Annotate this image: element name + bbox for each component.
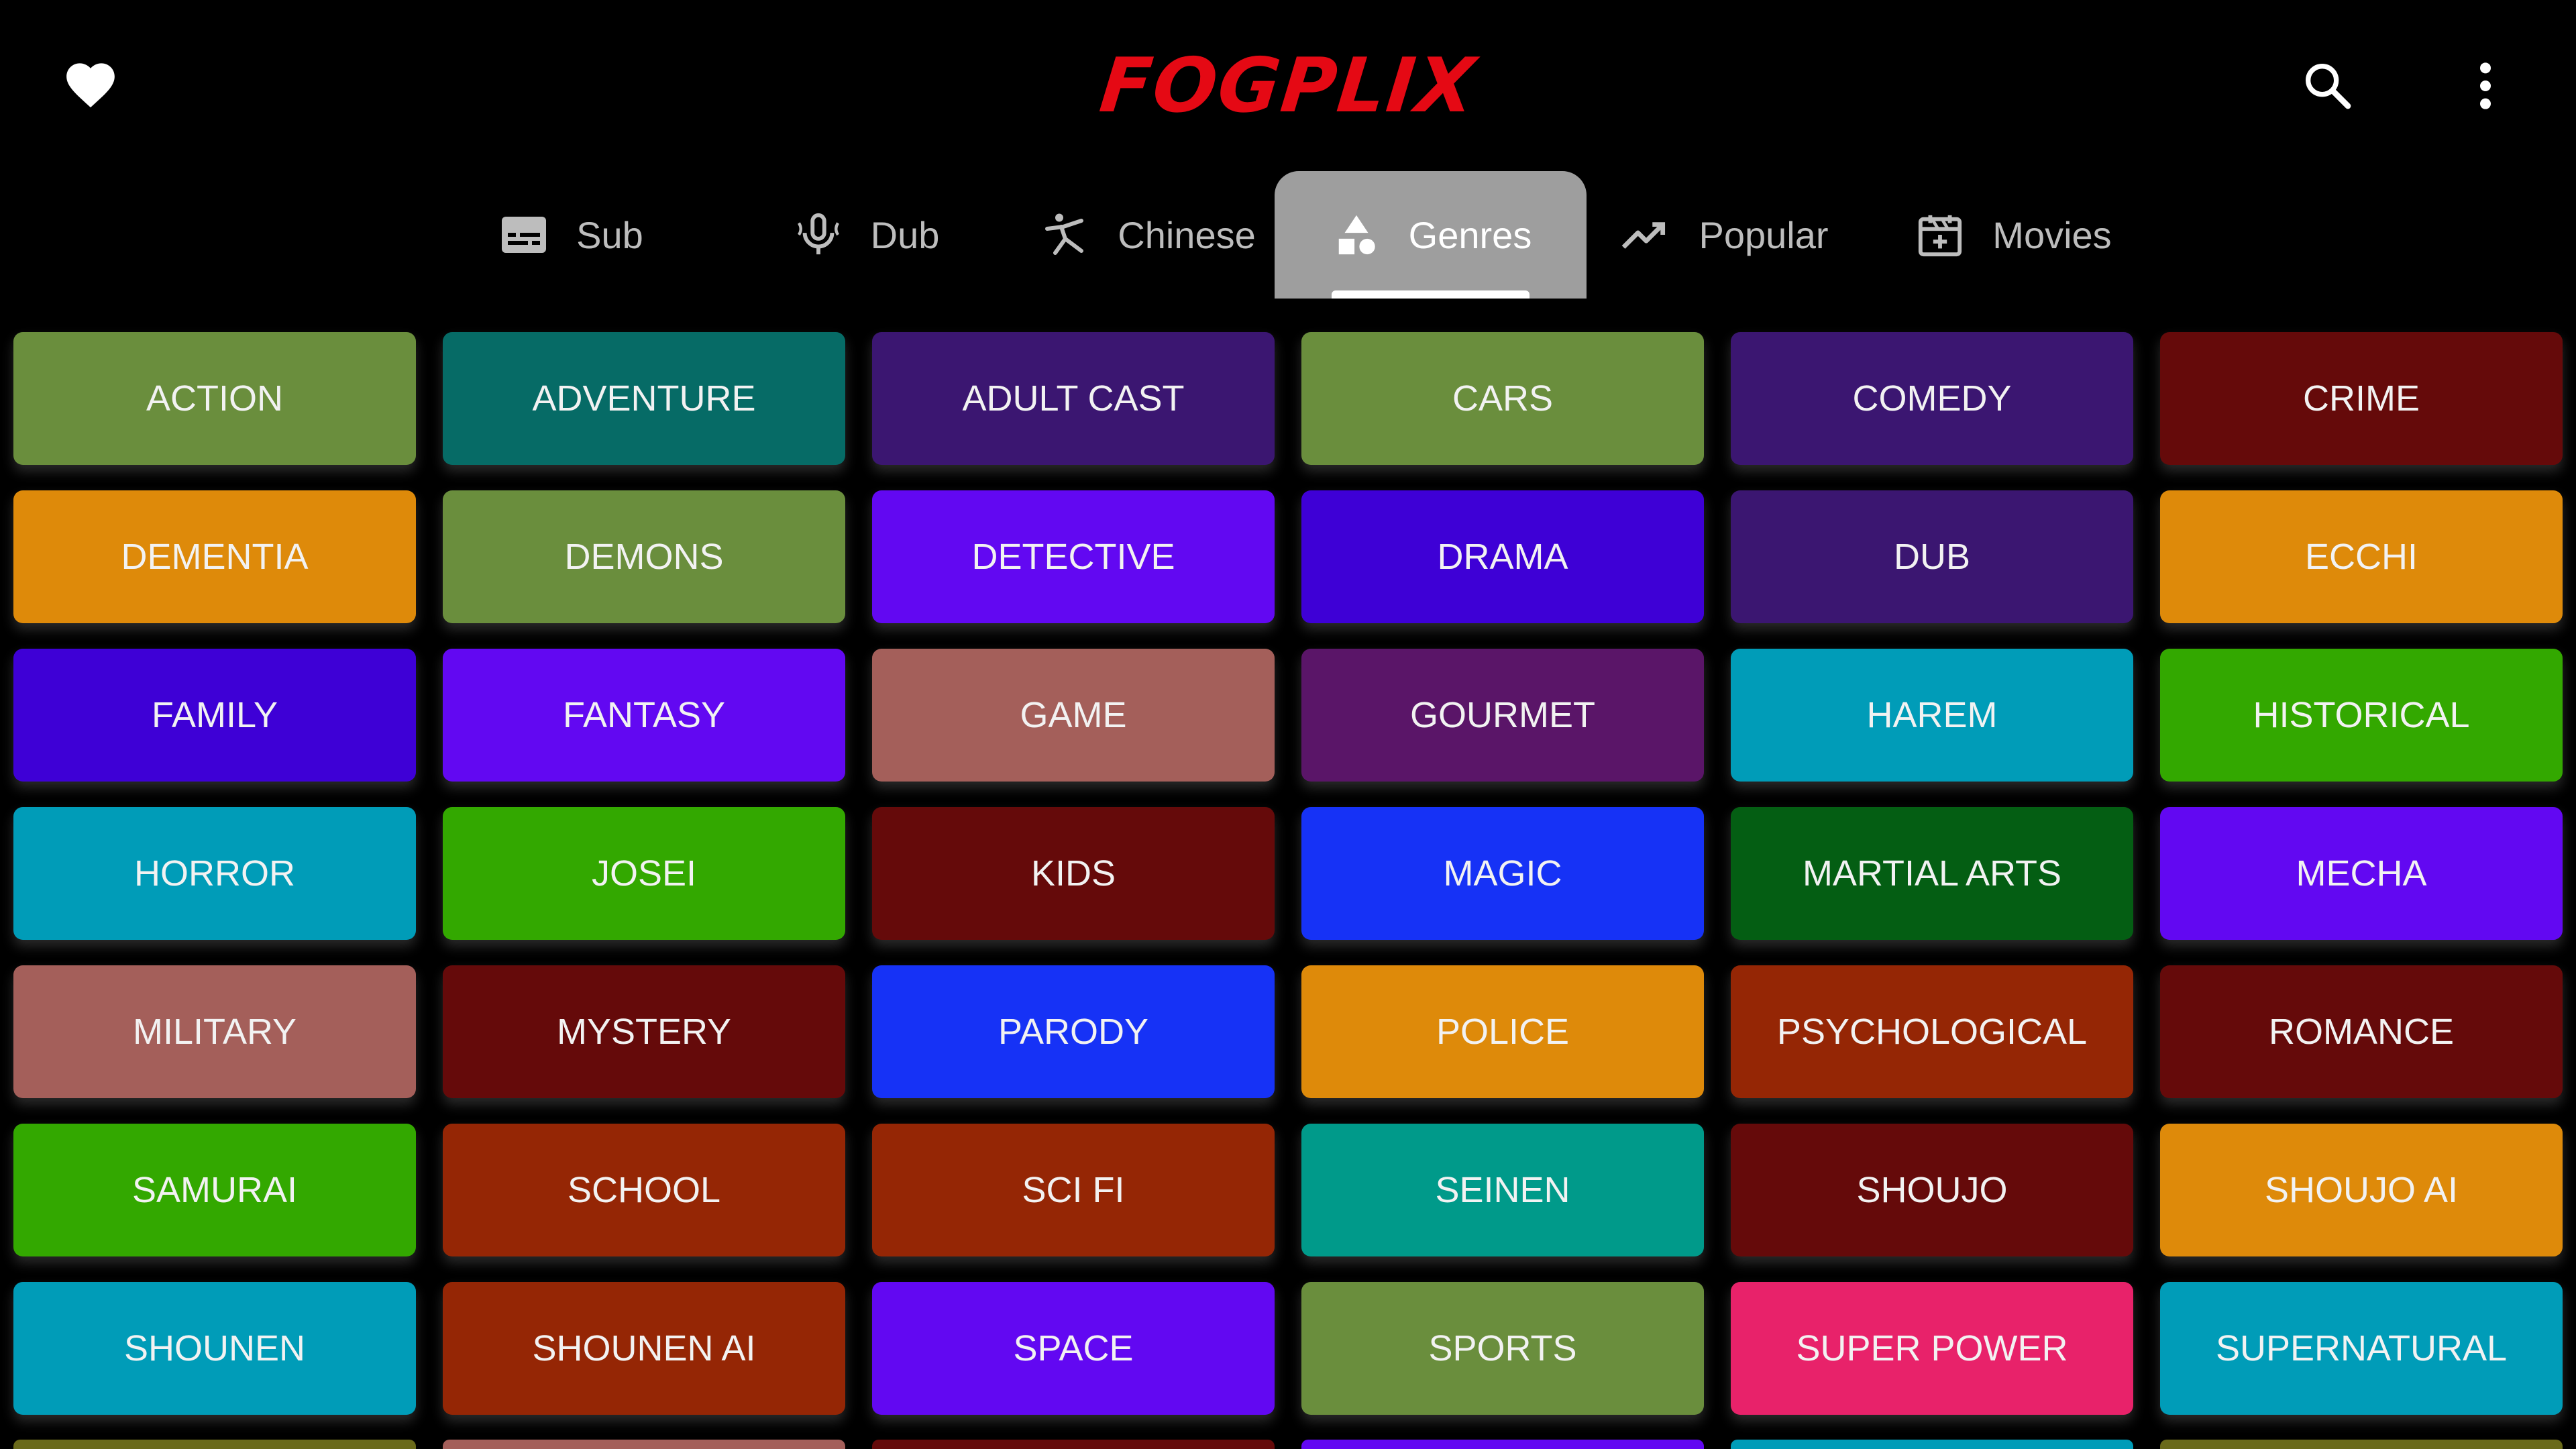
- tab-label: Dub: [870, 213, 940, 256]
- genre-grid: ACTION ADVENTURE ADULT CAST CARS COMEDY CRIME…: [13, 332, 2563, 1415]
- genre-button[interactable]: DEMONS: [443, 490, 845, 623]
- heart-icon: [62, 56, 119, 113]
- genre-button[interactable]: ACTION: [13, 332, 416, 465]
- tab-popular[interactable]: Popular: [1610, 171, 1838, 299]
- genre-button[interactable]: GOURMET: [1301, 649, 1704, 782]
- genre-button[interactable]: POLICE: [1301, 965, 1704, 1098]
- top-app-bar: FOGPLIX: [0, 0, 2576, 168]
- tab-label: Popular: [1699, 213, 1829, 256]
- active-tab-indicator: [1332, 290, 1529, 299]
- shapes-icon: [1330, 208, 1383, 262]
- search-icon: [2301, 59, 2355, 116]
- genre-button[interactable]: ECCHI: [2160, 490, 2563, 623]
- tab-chinese[interactable]: Chinese: [1026, 171, 1268, 299]
- genre-button[interactable]: MYSTERY: [443, 965, 845, 1098]
- genre-button[interactable]: MECHA: [2160, 807, 2563, 940]
- genre-button[interactable]: MARTIAL ARTS: [1731, 807, 2133, 940]
- tab-label: Chinese: [1118, 213, 1256, 256]
- genre-button-partial[interactable]: [872, 1440, 1275, 1449]
- genre-button[interactable]: MAGIC: [1301, 807, 1704, 940]
- movie-calendar-icon: [1913, 208, 1967, 262]
- genre-button[interactable]: HORROR: [13, 807, 416, 940]
- genre-button-partial[interactable]: [2160, 1440, 2563, 1449]
- genre-button[interactable]: SPORTS: [1301, 1282, 1704, 1415]
- tab-movies[interactable]: Movies: [1898, 171, 2127, 299]
- genre-button[interactable]: ROMANCE: [2160, 965, 2563, 1098]
- trending-up-icon: [1619, 208, 1673, 262]
- genre-button[interactable]: DRAMA: [1301, 490, 1704, 623]
- genre-button[interactable]: SAMURAI: [13, 1124, 416, 1256]
- genre-button[interactable]: DETECTIVE: [872, 490, 1275, 623]
- genre-button[interactable]: HISTORICAL: [2160, 649, 2563, 782]
- genre-grid-next-row: [13, 1440, 2563, 1449]
- more-vertical-icon: [2475, 59, 2496, 116]
- genre-button[interactable]: FANTASY: [443, 649, 845, 782]
- genre-button[interactable]: SHOUJO AI: [2160, 1124, 2563, 1256]
- genre-button[interactable]: FAMILY: [13, 649, 416, 782]
- genre-button[interactable]: SUPER POWER: [1731, 1282, 2133, 1415]
- tab-label: Movies: [1992, 213, 2112, 256]
- subtitles-icon: [497, 208, 551, 262]
- genre-button[interactable]: SHOUJO: [1731, 1124, 2133, 1256]
- search-button[interactable]: [2288, 47, 2368, 127]
- genre-button[interactable]: MILITARY: [13, 965, 416, 1098]
- genre-button[interactable]: PSYCHOLOGICAL: [1731, 965, 2133, 1098]
- genre-button-partial[interactable]: [13, 1440, 416, 1449]
- genre-button[interactable]: SEINEN: [1301, 1124, 1704, 1256]
- favorites-button[interactable]: [54, 47, 127, 121]
- genre-button[interactable]: CRIME: [2160, 332, 2563, 465]
- app-logo: FOGPLIX: [1095, 42, 1481, 129]
- genre-button[interactable]: DEMENTIA: [13, 490, 416, 623]
- category-tabs: Sub Dub Chinese Genres Popular Movies: [0, 171, 2576, 299]
- genre-button[interactable]: PARODY: [872, 965, 1275, 1098]
- microphone-icon: [792, 208, 845, 262]
- genre-button[interactable]: SPACE: [872, 1282, 1275, 1415]
- genre-button[interactable]: JOSEI: [443, 807, 845, 940]
- tab-label: Sub: [576, 213, 643, 256]
- tab-sub[interactable]: Sub: [470, 171, 671, 299]
- martial-arts-icon: [1038, 208, 1092, 262]
- more-options-button[interactable]: [2449, 47, 2522, 127]
- genre-button[interactable]: SUPERNATURAL: [2160, 1282, 2563, 1415]
- genre-button[interactable]: COMEDY: [1731, 332, 2133, 465]
- genre-button-partial[interactable]: [1301, 1440, 1704, 1449]
- genre-button[interactable]: CARS: [1301, 332, 1704, 465]
- genre-button[interactable]: SHOUNEN AI: [443, 1282, 845, 1415]
- genre-button[interactable]: SCI FI: [872, 1124, 1275, 1256]
- tab-dub[interactable]: Dub: [765, 171, 966, 299]
- genre-button[interactable]: HAREM: [1731, 649, 2133, 782]
- genre-button[interactable]: ADULT CAST: [872, 332, 1275, 465]
- genre-button[interactable]: ADVENTURE: [443, 332, 845, 465]
- tab-label: Genres: [1408, 213, 1532, 256]
- genre-button-partial[interactable]: [1731, 1440, 2133, 1449]
- tab-genres[interactable]: Genres: [1275, 171, 1587, 299]
- genre-button[interactable]: GAME: [872, 649, 1275, 782]
- genre-button-partial[interactable]: [443, 1440, 845, 1449]
- genre-button[interactable]: DUB: [1731, 490, 2133, 623]
- genre-button[interactable]: SCHOOL: [443, 1124, 845, 1256]
- genre-button[interactable]: KIDS: [872, 807, 1275, 940]
- genre-button[interactable]: SHOUNEN: [13, 1282, 416, 1415]
